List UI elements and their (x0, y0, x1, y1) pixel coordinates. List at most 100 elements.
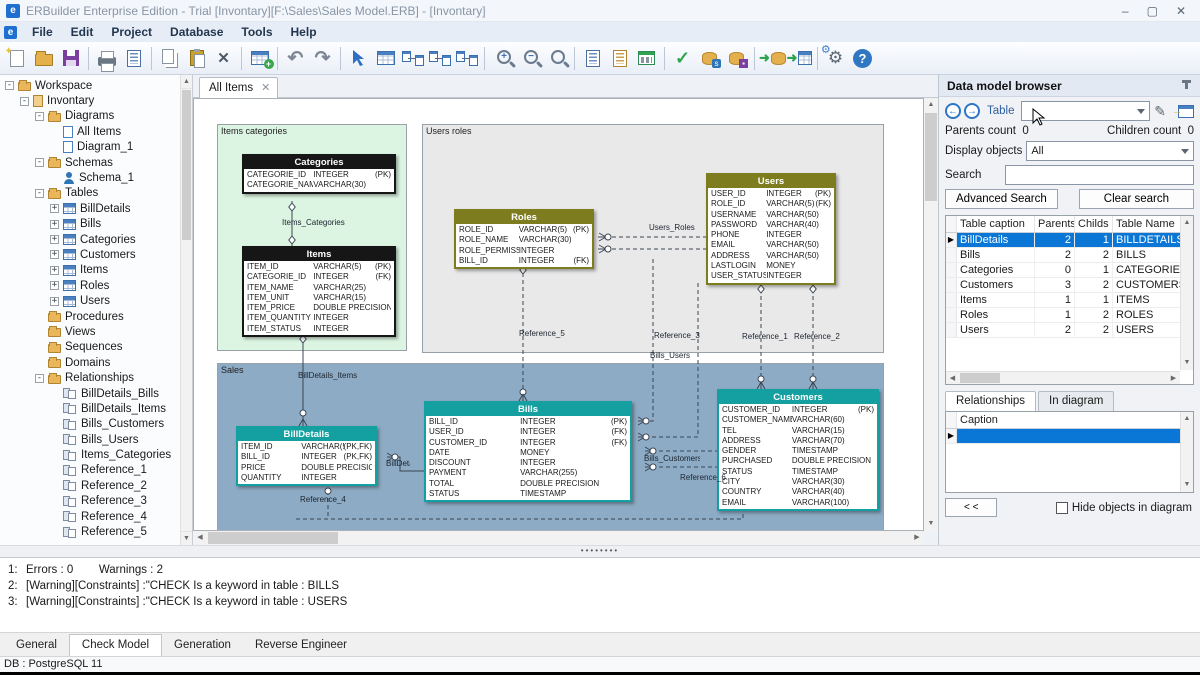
toolbar-settings-button[interactable]: ⚙⚙ (822, 45, 849, 72)
tree-item-billdetails_items[interactable]: BillDetails_Items (2, 401, 192, 416)
toolbar-forward-engineer-button[interactable]: ➜ (759, 45, 786, 72)
toolbar-zoom-tool-button[interactable] (543, 45, 570, 72)
table-column-row[interactable]: ROLE_PERMISSIONINTEGER (456, 246, 592, 256)
table-column-row[interactable]: USERNAMEVARCHAR(50) (708, 210, 834, 220)
table-column-row[interactable]: BILL_IDINTEGER(PK) (426, 417, 630, 427)
menu-tools[interactable]: Tools (232, 23, 281, 41)
tree-expander-icon[interactable]: + (50, 250, 59, 259)
table-column-row[interactable]: DISCOUNTINTEGER (426, 458, 630, 468)
grid-row-categories[interactable]: Categories 0 1 CATEGORIES (946, 263, 1193, 278)
toolbar-redo-button[interactable]: ↷ (309, 45, 336, 72)
table-column-row[interactable]: ITEM_IDVARCHAR(5)(PK) (244, 262, 394, 272)
relationship-row-selected[interactable]: ▶ (946, 429, 1193, 444)
clear-search-button[interactable]: Clear search (1079, 189, 1194, 209)
tree-expander-icon[interactable]: + (50, 297, 59, 306)
tree-expander-icon[interactable]: - (20, 97, 29, 106)
tree-expander-icon[interactable]: - (35, 374, 44, 383)
table-column-row[interactable]: PAYMENTVARCHAR(255) (426, 468, 630, 478)
tree-expander-icon[interactable]: + (50, 204, 59, 213)
menu-edit[interactable]: Edit (62, 23, 103, 41)
toolbar-delete-button[interactable]: ✕ (210, 45, 237, 72)
grid-row-bills[interactable]: Bills 2 2 BILLS (946, 248, 1193, 263)
tree-item-reference_2[interactable]: Reference_2 (2, 478, 192, 493)
output-tab-check-model[interactable]: Check Model (69, 634, 162, 656)
tree-item-all items[interactable]: All Items (2, 124, 192, 139)
output-message[interactable]: 1: Errors : 0 Warnings : 2 (0, 562, 1200, 578)
tree-expander-icon[interactable]: - (5, 81, 14, 90)
collapse-panel-button[interactable]: < < (945, 498, 997, 517)
table-column-row[interactable]: QUANTITYINTEGER (238, 473, 375, 483)
tab-all-items[interactable]: All Items ✕ (199, 77, 278, 98)
checkbox-icon[interactable] (1056, 502, 1068, 514)
table-column-row[interactable]: GENDERTIMESTAMP (719, 446, 877, 456)
toolbar-new-table-button[interactable]: + (246, 45, 273, 72)
grid-row-customers[interactable]: Customers 3 2 CUSTOMERS (946, 278, 1193, 293)
table-column-row[interactable]: EMAILVARCHAR(50) (708, 240, 834, 250)
edit-pencil-icon[interactable]: ✎ (1154, 103, 1166, 120)
table-column-row[interactable]: DATEMONEY (426, 448, 630, 458)
tab-close-icon[interactable]: ✕ (261, 81, 270, 94)
grid-column-header[interactable]: Parents (1035, 216, 1075, 232)
tree-item-domains[interactable]: Domains (2, 355, 192, 370)
tree-item-reference_3[interactable]: Reference_3 (2, 494, 192, 509)
tree-item-items[interactable]: + Items (2, 263, 192, 278)
diagram-table-categories[interactable]: CategoriesCATEGORIE_IDINTEGER(PK)CATEGOR… (242, 154, 396, 194)
toolbar-report-view-button[interactable] (606, 45, 633, 72)
toolbar-table-grid-button[interactable] (372, 45, 399, 72)
history-forward-button[interactable]: → (964, 103, 980, 119)
tree-item-sequences[interactable]: Sequences (2, 340, 192, 355)
output-message[interactable]: 3: [Warning][Constraints] :"CHECK Is a k… (0, 594, 1200, 610)
table-column-row[interactable]: CATEGORIE_IDINTEGER(PK) (244, 170, 394, 180)
diagram-table-roles[interactable]: RolesROLE_IDVARCHAR(5)(PK)ROLE_NAMEVARCH… (454, 209, 594, 269)
goto-table-icon[interactable] (1178, 105, 1194, 118)
tab-in-diagram[interactable]: In diagram (1038, 391, 1114, 411)
table-column-row[interactable]: BILL_IDINTEGER(FK) (456, 256, 592, 266)
tree-item-tables[interactable]: - Tables (2, 186, 192, 201)
tree-expander-icon[interactable]: + (50, 235, 59, 244)
display-objects-select[interactable]: All (1026, 141, 1194, 161)
table-column-row[interactable]: USER_IDINTEGER(FK) (426, 427, 630, 437)
tree-item-workspace[interactable]: - Workspace (2, 78, 192, 93)
toolbar-rel-many-button[interactable] (426, 45, 453, 72)
table-column-row[interactable]: ROLE_IDVARCHAR(5)(PK) (456, 225, 592, 235)
tree-item-schemas[interactable]: - Schemas (2, 155, 192, 170)
table-column-row[interactable]: ROLE_IDVARCHAR(5)(FK) (708, 199, 834, 209)
table-column-row[interactable]: COUNTRYVARCHAR(40) (719, 487, 877, 497)
tree-expander-icon[interactable]: + (50, 281, 59, 290)
hide-objects-checkbox[interactable]: Hide objects in diagram (1056, 502, 1192, 514)
table-column-row[interactable]: CUSTOMER_NAMEVARCHAR(60) (719, 415, 877, 425)
toolbar-paste-button[interactable] (183, 45, 210, 72)
tree-expander-icon[interactable]: + (50, 266, 59, 275)
table-column-row[interactable]: ITEM_NAMEVARCHAR(25) (244, 283, 394, 293)
toolbar-db-script-button[interactable]: s (696, 45, 723, 72)
menu-project[interactable]: Project (102, 23, 161, 41)
tree-item-billdetails[interactable]: + BillDetails (2, 201, 192, 216)
tree-item-relationships[interactable]: - Relationships (2, 370, 192, 385)
table-column-row[interactable]: CUSTOMER_IDINTEGER(PK) (719, 405, 877, 415)
tree-expander-icon[interactable]: + (50, 220, 59, 229)
canvas-vscrollbar[interactable]: ▲ ▼ (924, 98, 938, 531)
canvas-hscrollbar[interactable]: ◀ ▶ (193, 531, 924, 545)
tab-relationships[interactable]: Relationships (945, 391, 1036, 411)
menu-help[interactable]: Help (282, 23, 326, 41)
toolbar-open-button[interactable] (30, 45, 57, 72)
grid-vscrollbar[interactable]: ▲▼ (1180, 216, 1193, 370)
table-column-row[interactable]: USER_STATUSINTEGER (708, 271, 834, 281)
maximize-button[interactable]: ▢ (1147, 4, 1158, 18)
table-column-row[interactable]: PHONEINTEGER (708, 230, 834, 240)
tree-item-views[interactable]: Views (2, 324, 192, 339)
tree-item-schema_1[interactable]: Schema_1 (2, 170, 192, 185)
tree-item-bills[interactable]: + Bills (2, 217, 192, 232)
tree-expander-icon[interactable]: - (35, 189, 44, 198)
tree-item-bills_customers[interactable]: Bills_Customers (2, 417, 192, 432)
menu-file[interactable]: File (23, 23, 62, 41)
toolbar-copy-button[interactable] (156, 45, 183, 72)
table-column-row[interactable]: USER_IDINTEGER(PK) (708, 189, 834, 199)
toolbar-print-preview-button[interactable] (120, 45, 147, 72)
toolbar-help-button[interactable]: ? (849, 45, 876, 72)
diagram-table-billdetails[interactable]: BillDetailsITEM_IDVARCHAR(5)(PK,FK)BILL_… (236, 426, 377, 486)
grid-hscrollbar[interactable]: ◀ ▶ (946, 371, 1180, 384)
output-message[interactable]: 2: [Warning][Constraints] :"CHECK Is a k… (0, 578, 1200, 594)
toolbar-doc-view-button[interactable] (579, 45, 606, 72)
tree-item-diagrams[interactable]: - Diagrams (2, 109, 192, 124)
